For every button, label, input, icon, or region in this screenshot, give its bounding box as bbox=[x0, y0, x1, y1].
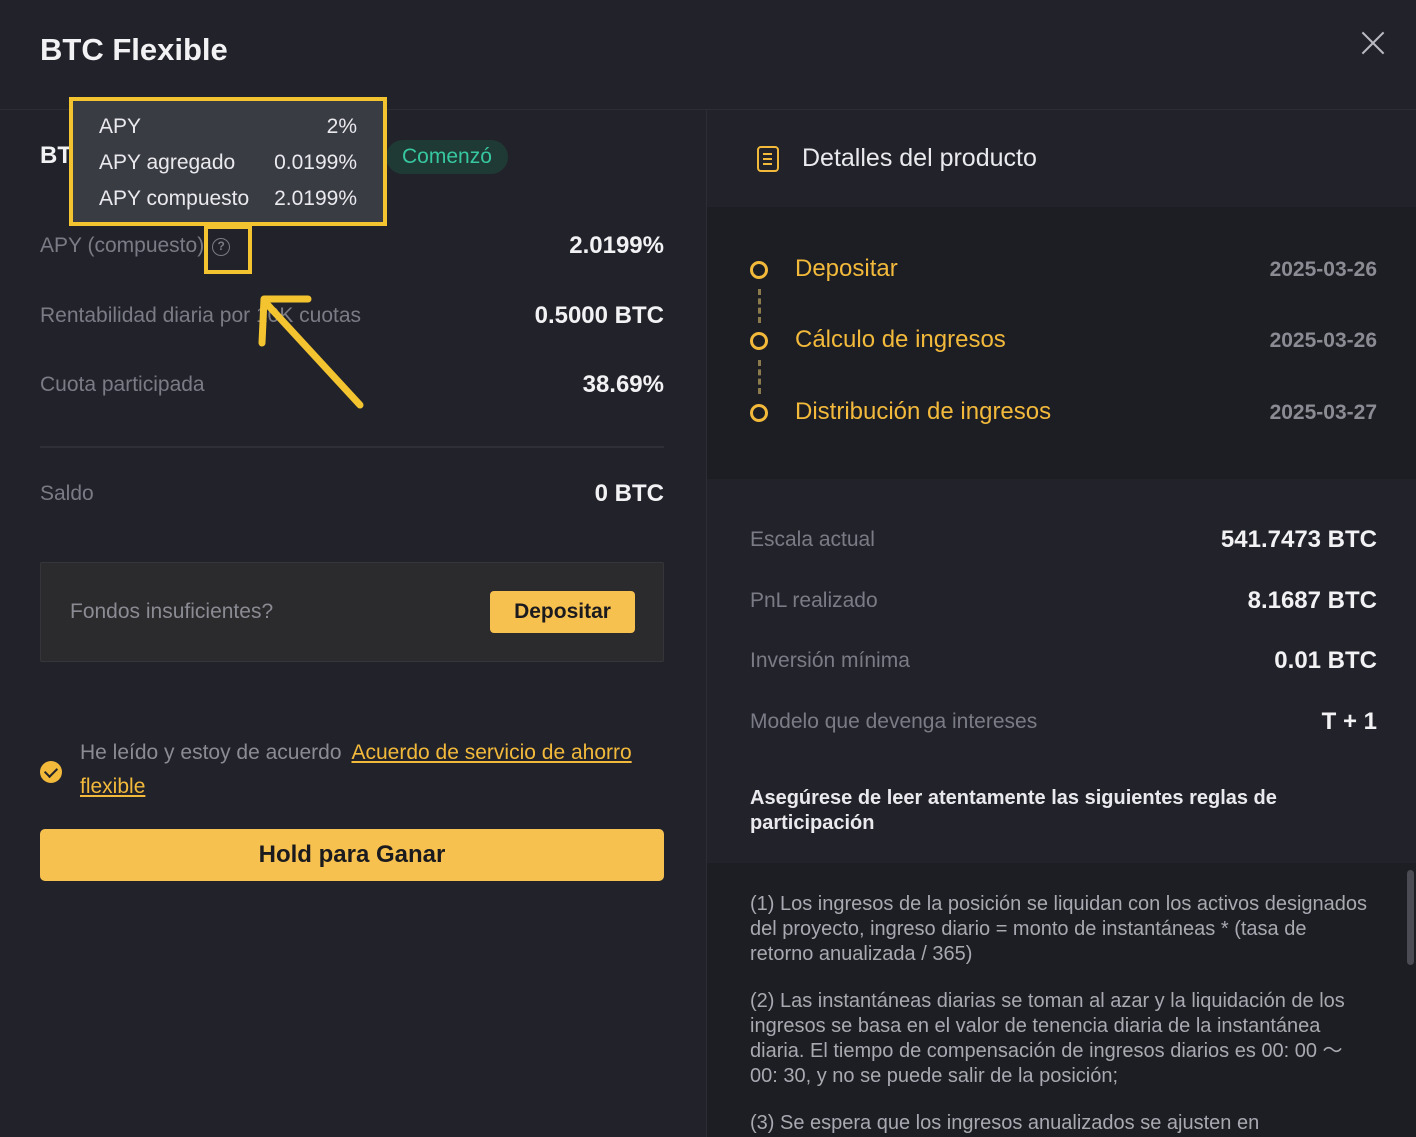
info-row: PnL realizado 8.1687 BTC bbox=[750, 583, 1377, 623]
timeline-date: 2025-03-26 bbox=[1269, 258, 1377, 281]
share-value: 38.69% bbox=[582, 371, 664, 398]
right-panel: Detalles del producto Depositar 2025-03-… bbox=[707, 110, 1416, 1137]
product-details-header: Detalles del producto bbox=[707, 110, 1416, 207]
info-value: 541.7473 BTC bbox=[1220, 526, 1377, 553]
info-label: Inversión mínima bbox=[750, 649, 910, 672]
share-label: Cuota participada bbox=[40, 373, 205, 396]
modal-header: BTC Flexible bbox=[0, 0, 1416, 110]
info-row: Inversión mínima 0.01 BTC bbox=[750, 643, 1377, 683]
close-icon[interactable] bbox=[1358, 28, 1388, 58]
timeline-item: Distribución de ingresos 2025-03-27 bbox=[707, 394, 1416, 434]
help-icon-highlight-box bbox=[204, 225, 252, 274]
agreement: He leído y estoy de acuerdo Acuerdo de se… bbox=[40, 734, 664, 804]
timeline-item: Depositar 2025-03-26 bbox=[707, 251, 1416, 291]
annotation-arrow-icon bbox=[258, 295, 364, 409]
rule-item: (2) Las instantáneas diarias se toman al… bbox=[750, 990, 1345, 1087]
balance-value: 0 BTC bbox=[594, 480, 664, 507]
insufficient-funds-text: Fondos insuficientes? bbox=[70, 600, 274, 623]
status-badge: Comenzó bbox=[386, 140, 508, 174]
document-icon bbox=[757, 146, 779, 172]
timeline-date: 2025-03-26 bbox=[1269, 329, 1377, 352]
info-label: PnL realizado bbox=[750, 589, 878, 612]
daily-yield-value: 0.5000 BTC bbox=[534, 302, 664, 329]
timeline-label: Depositar bbox=[795, 255, 898, 282]
info-label: Escala actual bbox=[750, 528, 875, 551]
divider bbox=[40, 446, 664, 448]
timeline-label: Cálculo de ingresos bbox=[795, 326, 1006, 353]
agreement-text: He leído y estoy de acuerdo Acuerdo de se… bbox=[80, 736, 664, 804]
balance-label: Saldo bbox=[40, 482, 94, 505]
rules-title: Asegúrese de leer atentamente las siguie… bbox=[750, 787, 1277, 834]
rules-list: (1) Los ingresos de la posición se liqui… bbox=[707, 863, 1416, 1137]
apy-value: 2.0199% bbox=[569, 232, 664, 259]
agreement-label: He leído y estoy de acuerdo bbox=[80, 741, 342, 764]
timeline: Depositar 2025-03-26 Cálculo de ingresos… bbox=[707, 207, 1416, 479]
hold-to-earn-button[interactable]: Hold para Ganar bbox=[40, 829, 664, 881]
timeline-connector bbox=[758, 360, 761, 394]
timeline-connector bbox=[758, 289, 761, 323]
info-value: 8.1687 BTC bbox=[1247, 587, 1377, 614]
info-row: Modelo que devenga intereses T + 1 bbox=[750, 704, 1377, 744]
timeline-dot-icon bbox=[750, 332, 768, 350]
info-row: Escala actual 541.7473 BTC bbox=[750, 522, 1377, 562]
apy-row: APY (compuesto)? 2.0199% bbox=[40, 228, 664, 268]
apy-label: APY (compuesto) bbox=[40, 234, 205, 257]
info-value: T + 1 bbox=[1321, 708, 1377, 735]
info-label: Modelo que devenga intereses bbox=[750, 710, 1038, 733]
checkbox-checked-icon[interactable] bbox=[40, 761, 62, 783]
rule-item: (1) Los ingresos de la posición se liqui… bbox=[750, 893, 1368, 965]
left-panel: BTC Comenzó APY (compuesto)? 2.0199% Ren… bbox=[40, 110, 664, 1137]
section-title: Detalles del producto bbox=[802, 144, 1037, 172]
modal-title: BTC Flexible bbox=[40, 32, 228, 67]
timeline-dot-icon bbox=[750, 404, 768, 422]
timeline-label: Distribución de ingresos bbox=[795, 398, 1052, 425]
tooltip-highlight-box bbox=[69, 97, 387, 226]
rule-item: (3) Se espera que los ingresos anualizad… bbox=[750, 1112, 1260, 1134]
timeline-item: Cálculo de ingresos 2025-03-26 bbox=[707, 322, 1416, 362]
insufficient-funds-box: Fondos insuficientes? Depositar bbox=[40, 562, 664, 662]
scrollbar[interactable] bbox=[1407, 870, 1414, 965]
info-value: 0.01 BTC bbox=[1274, 647, 1377, 674]
balance-row: Saldo 0 BTC bbox=[40, 476, 664, 516]
deposit-button[interactable]: Depositar bbox=[490, 591, 635, 633]
timeline-dot-icon bbox=[750, 261, 768, 279]
timeline-date: 2025-03-27 bbox=[1269, 401, 1377, 424]
